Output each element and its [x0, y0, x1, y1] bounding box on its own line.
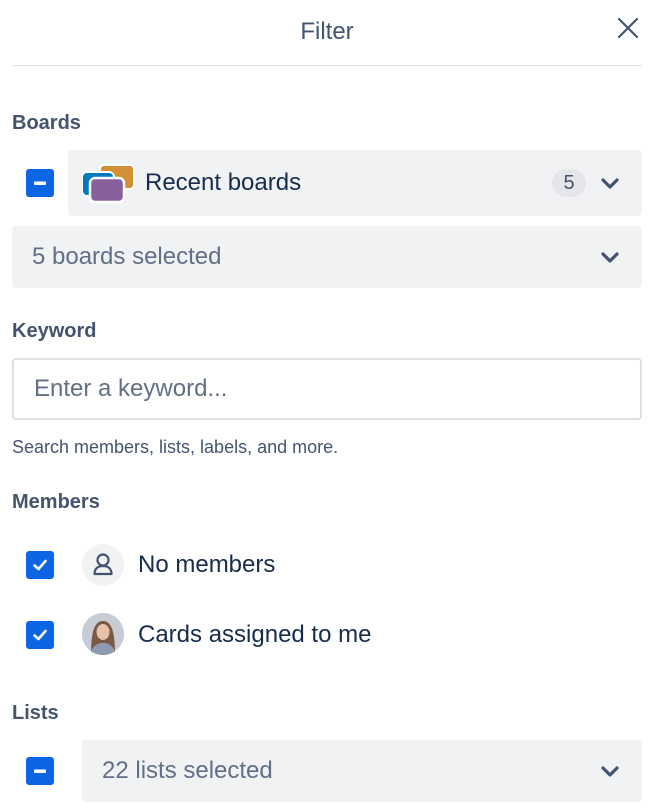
keyword-input[interactable]	[12, 358, 642, 420]
close-button[interactable]	[614, 14, 642, 42]
assigned-to-me-checkbox[interactable]	[26, 621, 54, 649]
boards-select-value: 5 boards selected	[32, 243, 222, 270]
lists-section-label: Lists	[12, 702, 59, 724]
indeterminate-icon	[34, 769, 46, 773]
page-title: Filter	[300, 18, 354, 45]
filter-header: Filter	[12, 0, 642, 66]
person-icon	[93, 553, 113, 576]
boards-section-label: Boards	[12, 112, 81, 134]
boards-stack-icon	[82, 164, 135, 204]
recent-boards-label: Recent boards	[145, 169, 302, 196]
boards-checkbox[interactable]	[26, 169, 54, 197]
boards-select[interactable]: 5 boards selected	[12, 226, 642, 288]
no-members-label: No members	[138, 551, 276, 578]
recent-boards-dropdown[interactable]: Recent boards 5	[68, 150, 642, 216]
lists-checkbox[interactable]	[26, 757, 54, 785]
indeterminate-icon	[34, 181, 46, 185]
lists-select-value: 22 lists selected	[102, 757, 273, 784]
keyword-helper-text: Search members, lists, labels, and more.	[12, 437, 339, 457]
chevron-down-icon	[596, 169, 624, 197]
user-photo-icon	[82, 613, 124, 655]
no-members-checkbox[interactable]	[26, 551, 54, 579]
checkmark-icon	[33, 559, 47, 571]
user-avatar	[82, 613, 124, 655]
chevron-down-icon	[596, 243, 624, 271]
boards-count-badge: 5	[552, 169, 586, 197]
chevron-down-icon	[596, 757, 624, 785]
lists-select[interactable]: 22 lists selected	[82, 740, 642, 802]
keyword-section-label: Keyword	[12, 320, 97, 342]
no-members-avatar	[82, 544, 124, 586]
close-icon	[617, 17, 639, 39]
members-section-label: Members	[12, 491, 100, 513]
checkmark-icon	[33, 629, 47, 641]
assigned-to-me-label: Cards assigned to me	[138, 621, 372, 648]
